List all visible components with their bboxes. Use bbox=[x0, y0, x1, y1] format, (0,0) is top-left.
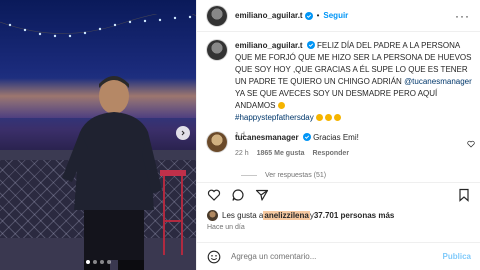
comment-text: Gracias Emi! bbox=[313, 133, 359, 142]
comment-likes[interactable]: 1865 Me gusta bbox=[257, 148, 305, 160]
verified-badge-icon bbox=[304, 11, 313, 20]
publish-button[interactable]: Publica bbox=[443, 252, 471, 261]
heart-icon[interactable] bbox=[207, 188, 221, 202]
bookmark-icon[interactable] bbox=[457, 188, 471, 202]
praying-hands-emoji-icon bbox=[315, 113, 343, 122]
comment-avatar[interactable] bbox=[207, 132, 227, 152]
likes-count[interactable]: 37.701 personas más bbox=[314, 211, 395, 220]
comment-heart-icon[interactable] bbox=[467, 140, 475, 148]
sunglasses-emoji-icon bbox=[277, 102, 285, 109]
caption-hashtag[interactable]: #happystepfathersday bbox=[235, 113, 314, 122]
comment-author[interactable]: tucanesmanager bbox=[235, 133, 299, 142]
comment-input[interactable] bbox=[231, 252, 431, 261]
action-bar bbox=[197, 182, 480, 206]
follow-button[interactable]: Seguir bbox=[323, 11, 348, 20]
caption-author[interactable]: emiliano_aguilar.t bbox=[235, 41, 303, 50]
comment-composer: Publica bbox=[197, 242, 480, 270]
verified-badge-icon bbox=[302, 133, 311, 141]
post-image[interactable] bbox=[0, 0, 196, 270]
comment-time[interactable]: 22 h bbox=[235, 148, 249, 160]
carousel-dots bbox=[0, 260, 196, 264]
emoji-smiley-icon[interactable] bbox=[207, 250, 221, 264]
caption-text-2: YA SE QUE AVECES SOY UN DESMADRE PERO AQ… bbox=[235, 89, 438, 110]
view-replies-button[interactable]: Ver respuestas (51) bbox=[241, 172, 326, 179]
string-lights bbox=[0, 14, 196, 38]
verified-badge-icon bbox=[306, 41, 315, 49]
comment-meta: 22 h 1865 Me gusta Responder bbox=[235, 148, 359, 160]
separator-dot: • bbox=[316, 11, 320, 20]
share-icon[interactable] bbox=[255, 188, 269, 202]
post-time-ago[interactable]: Hace un día bbox=[207, 224, 245, 231]
likes-summary: Les gusta a anelizzilena y 37.701 person… bbox=[207, 210, 394, 221]
post-header: emiliano_aguilar.t • Seguir ··· bbox=[197, 0, 480, 32]
caption-body: emiliano_aguilar.t FELIZ DÍA DEL PADRE A… bbox=[235, 40, 473, 142]
author-username[interactable]: emiliano_aguilar.t bbox=[235, 11, 303, 20]
likes-prefix: Les gusta a bbox=[222, 211, 264, 220]
next-image-button[interactable] bbox=[176, 126, 190, 140]
person-figure bbox=[62, 76, 162, 270]
author-avatar[interactable] bbox=[207, 5, 227, 26]
comment-body: tucanesmanager Gracias Emi! 22 h 1865 Me… bbox=[235, 132, 359, 160]
liker-username[interactable]: anelizzilena bbox=[263, 211, 310, 220]
chevron-right-icon bbox=[181, 130, 185, 136]
comment: tucanesmanager Gracias Emi! 22 h 1865 Me… bbox=[207, 132, 477, 160]
post-panel: emiliano_aguilar.t • Seguir ··· emiliano… bbox=[196, 0, 480, 270]
caption-avatar[interactable] bbox=[207, 40, 227, 60]
caption: emiliano_aguilar.t FELIZ DÍA DEL PADRE A… bbox=[207, 40, 477, 142]
replies-line bbox=[241, 175, 257, 176]
liker-avatar[interactable] bbox=[207, 210, 218, 221]
caption-mention[interactable]: @tucanesmanager bbox=[404, 77, 472, 86]
view-replies-label: Ver respuestas (51) bbox=[265, 172, 327, 179]
more-options-icon[interactable]: ··· bbox=[455, 9, 470, 23]
reply-button[interactable]: Responder bbox=[312, 148, 349, 160]
comment-icon[interactable] bbox=[231, 188, 245, 202]
